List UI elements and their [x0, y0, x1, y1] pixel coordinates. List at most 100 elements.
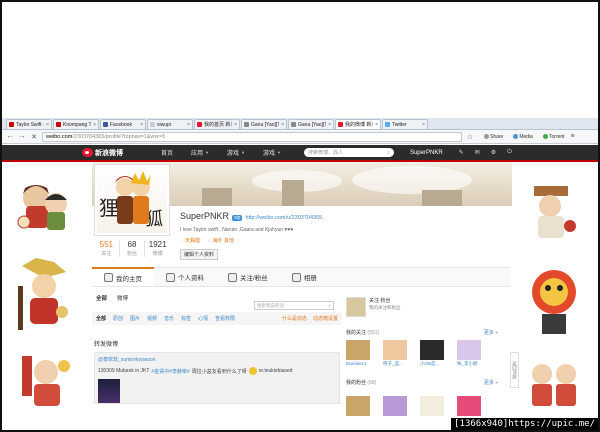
tab-my-home[interactable]: 我的主页 — [92, 267, 154, 286]
browser-tab[interactable]: Twitter × — [382, 119, 428, 129]
feed-column: 全部 微博 搜索我说的话 ⌕ 全部 原创 图片 视频 音乐 标签 心情 查看权限… — [92, 288, 342, 412]
browser-tab[interactable]: 我的微博 新浪× — [335, 119, 381, 129]
close-icon[interactable]: × — [281, 122, 284, 128]
menu-icon[interactable]: ≡ — [569, 133, 577, 140]
power-icon[interactable]: ⏻ — [507, 149, 512, 156]
nav-apps[interactable]: 应用 ▼ — [182, 145, 218, 160]
close-icon[interactable]: × — [375, 122, 378, 128]
forward-icon[interactable]: → — [18, 133, 26, 140]
tag-location[interactable]: ⌂ 海外 其他 — [208, 237, 234, 244]
stop-icon[interactable]: ✕ — [30, 133, 38, 141]
subfilter-permission[interactable]: 查看权限 — [215, 315, 235, 322]
url-path: /2303704365/profile?topnav=1&wvr=5 — [72, 133, 166, 140]
follow-more-link[interactable]: 更多 » — [484, 329, 498, 336]
browser-tab[interactable]: 我的首页 新浪× — [194, 119, 240, 129]
nav-home[interactable]: 首页 — [152, 145, 182, 160]
follow-item[interactable]: 咪_李小赫 — [457, 340, 482, 367]
close-icon[interactable]: × — [46, 122, 49, 128]
url-input[interactable]: weibo.com /2303704365/profile?topnav=1&w… — [42, 131, 462, 142]
search-icon[interactable]: ⌕ — [328, 303, 331, 308]
close-icon[interactable]: × — [234, 122, 237, 128]
what-is-dynamic-link[interactable]: 什么是动态 — [282, 315, 307, 322]
weibo-search-input[interactable]: 搜索微博、找人 ⌕ — [303, 148, 394, 157]
friend-avatar — [383, 340, 407, 360]
subfilter-music[interactable]: 音乐 — [164, 315, 174, 322]
post-author[interactable]: @泰软软_sumirekyuwoon — [98, 356, 336, 363]
subfilter-all[interactable]: 全部 — [96, 315, 106, 322]
fan-avatar — [383, 396, 407, 416]
profile-bio: I love Taylor swift , Naruto ,Gaara and … — [180, 227, 294, 233]
close-icon[interactable]: × — [93, 122, 96, 128]
subfilter-images[interactable]: 图片 — [130, 315, 140, 322]
weibo-logo[interactable]: 新浪微博 — [82, 147, 126, 159]
nav-icon-group: ✎ ✉ ⚙ ⏻ — [459, 149, 512, 156]
post-thumbnail[interactable] — [98, 379, 120, 403]
search-icon[interactable]: ⌕ — [387, 150, 390, 156]
gear-icon[interactable]: ⚙ — [491, 149, 496, 156]
browser-tab[interactable]: Gana [Yao][Tra× — [241, 119, 287, 129]
fan-item[interactable] — [420, 396, 445, 416]
nav-games-2[interactable]: 游戏 ▼ — [254, 145, 290, 160]
subfilter-video[interactable]: 视频 — [147, 315, 157, 322]
filter-weibo[interactable]: 微博 — [117, 294, 128, 302]
tab-label: 我的首页 新浪 — [204, 122, 232, 128]
avatar[interactable]: 狸 狐 — [94, 164, 170, 236]
feed-search-input[interactable]: 搜索我说的话 ⌕ — [254, 301, 334, 310]
extension-torrent[interactable]: Torrent — [542, 134, 565, 140]
chevron-down-icon: ▼ — [205, 150, 209, 155]
fans-more-link[interactable]: 更多 » — [484, 379, 498, 386]
message-icon[interactable]: ✉ — [475, 149, 480, 156]
follow-item[interactable]: bluelale13 — [346, 340, 371, 367]
count-fans[interactable]: 68 粉丝 — [120, 240, 146, 257]
back-icon[interactable]: ← — [6, 133, 14, 140]
user-icon — [166, 272, 175, 282]
close-icon[interactable]: × — [140, 122, 143, 128]
media-icon — [513, 134, 519, 139]
back-to-top-button[interactable]: 返回顶部 — [510, 352, 519, 388]
nav-games[interactable]: 游戏 ▼ — [218, 145, 254, 160]
vip-badge[interactable]: vip — [232, 215, 243, 221]
extension-share[interactable]: Share — [484, 134, 503, 140]
tab-favicon-icon — [385, 122, 390, 127]
sticker-dancer-icon — [524, 180, 584, 244]
tab-profile-info[interactable]: 个人资料 — [154, 268, 216, 286]
browser-tab[interactable]: Taylor Swift - × — [6, 119, 52, 129]
tab-follow-fans[interactable]: 关注/粉丝 — [216, 268, 280, 286]
follow-item[interactable]: 小GB是... — [420, 340, 445, 367]
fan-avatar — [420, 396, 444, 416]
close-icon[interactable]: × — [187, 122, 190, 128]
fans-count: (68) — [367, 380, 377, 386]
tab-favicon-icon — [103, 122, 108, 127]
fan-item[interactable] — [383, 396, 408, 416]
star-icon[interactable]: ☆ — [466, 133, 474, 141]
subfilter-original[interactable]: 原创 — [113, 315, 123, 322]
subfilter-mood[interactable]: 心情 — [198, 315, 208, 322]
subfilter-tags[interactable]: 标签 — [181, 315, 191, 322]
follow-count: (551) — [367, 330, 380, 336]
fan-item[interactable] — [457, 396, 482, 416]
edit-profile-button[interactable]: 编辑个人资料 — [180, 249, 219, 260]
extension-media[interactable]: Media — [513, 134, 533, 140]
browser-tab[interactable]: siwupi × — [147, 119, 193, 129]
tag-zodiac[interactable]: ♂ 天蝎座 — [180, 237, 200, 244]
close-icon[interactable]: × — [328, 122, 331, 128]
follow-fans-title[interactable]: 关注·粉丝 — [369, 297, 401, 304]
edit-icon[interactable]: ✎ — [459, 149, 464, 156]
profile-tags: ♂ 天蝎座 ⌂ 海外 其他 — [180, 237, 510, 244]
count-following[interactable]: 551 关注 — [94, 240, 120, 257]
count-posts[interactable]: 1921 微博 — [145, 240, 170, 257]
follow-item[interactable]: 晓子_蓝... — [383, 340, 408, 367]
fan-item[interactable] — [346, 396, 371, 416]
post-hashtag[interactable]: #金贤中#李赫宰# — [151, 368, 189, 375]
dynamic-settings-link[interactable]: 动态微设置 — [313, 315, 338, 322]
friend-name: 小GB是... — [420, 361, 440, 366]
browser-tab[interactable]: Facebook × — [100, 119, 146, 129]
profile-link[interactable]: http://weibo.com/u/2303704365 — [245, 215, 322, 221]
filter-all[interactable]: 全部 — [96, 294, 107, 302]
browser-tab[interactable]: Knompang Tu × — [53, 119, 99, 129]
browser-tab-strip: Taylor Swift - × Knompang Tu × Facebook × siw… — [2, 118, 598, 130]
close-icon[interactable]: × — [422, 122, 425, 128]
nav-username[interactable]: SuperPNKR — [410, 150, 443, 156]
browser-tab[interactable]: Gana [Yao][Tra× — [288, 119, 334, 129]
tab-album[interactable]: 相册 — [280, 268, 329, 286]
